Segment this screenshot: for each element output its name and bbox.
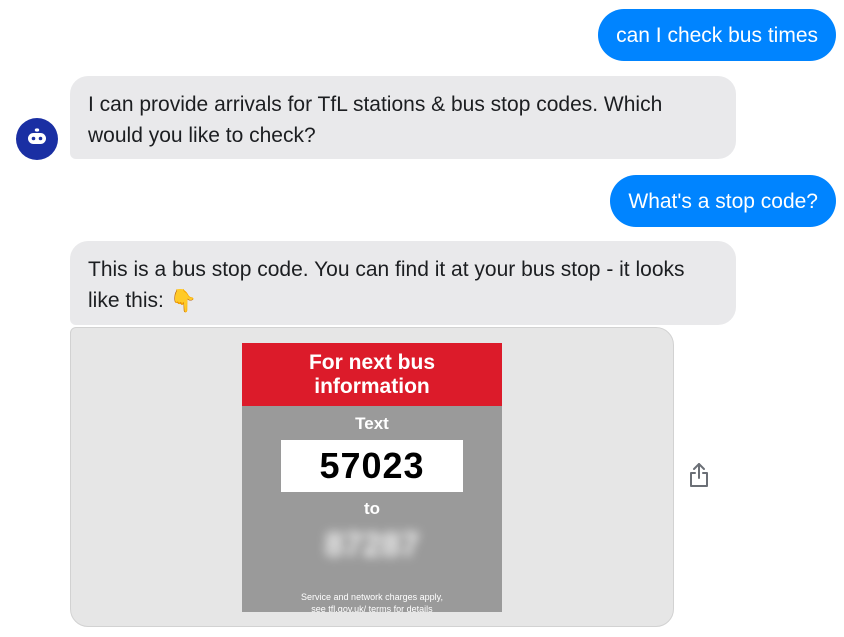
sign-footer: Service and network charges apply, see t… [301, 592, 443, 612]
chat-thread: can I check bus times I can provide arri… [0, 0, 844, 637]
message-text: I can provide arrivals for TfL stations … [88, 93, 663, 147]
bot-avatar[interactable] [16, 118, 58, 160]
robot-icon [28, 128, 46, 144]
outgoing-message[interactable]: can I check bus times [598, 9, 836, 61]
message-text: can I check bus times [616, 23, 818, 47]
incoming-message[interactable]: This is a bus stop code. You can find it… [70, 241, 736, 325]
message-text: What's a stop code? [628, 189, 818, 213]
pointing-down-icon: 👇 [169, 288, 198, 313]
sign-text-label: Text [355, 414, 389, 433]
image-attachment[interactable]: For next bus information Text 57023 to 8… [70, 327, 674, 627]
stop-code: 57023 [281, 440, 463, 492]
bus-stop-sign-image: For next bus information Text 57023 to 8… [242, 343, 502, 612]
sign-header: For next bus information [242, 343, 502, 406]
sms-number: 87287 [324, 526, 420, 564]
outgoing-message[interactable]: What's a stop code? [610, 175, 836, 227]
sign-to-label: to [363, 499, 381, 518]
share-button[interactable] [687, 461, 711, 489]
incoming-message[interactable]: I can provide arrivals for TfL stations … [70, 76, 736, 159]
share-icon [690, 463, 708, 487]
